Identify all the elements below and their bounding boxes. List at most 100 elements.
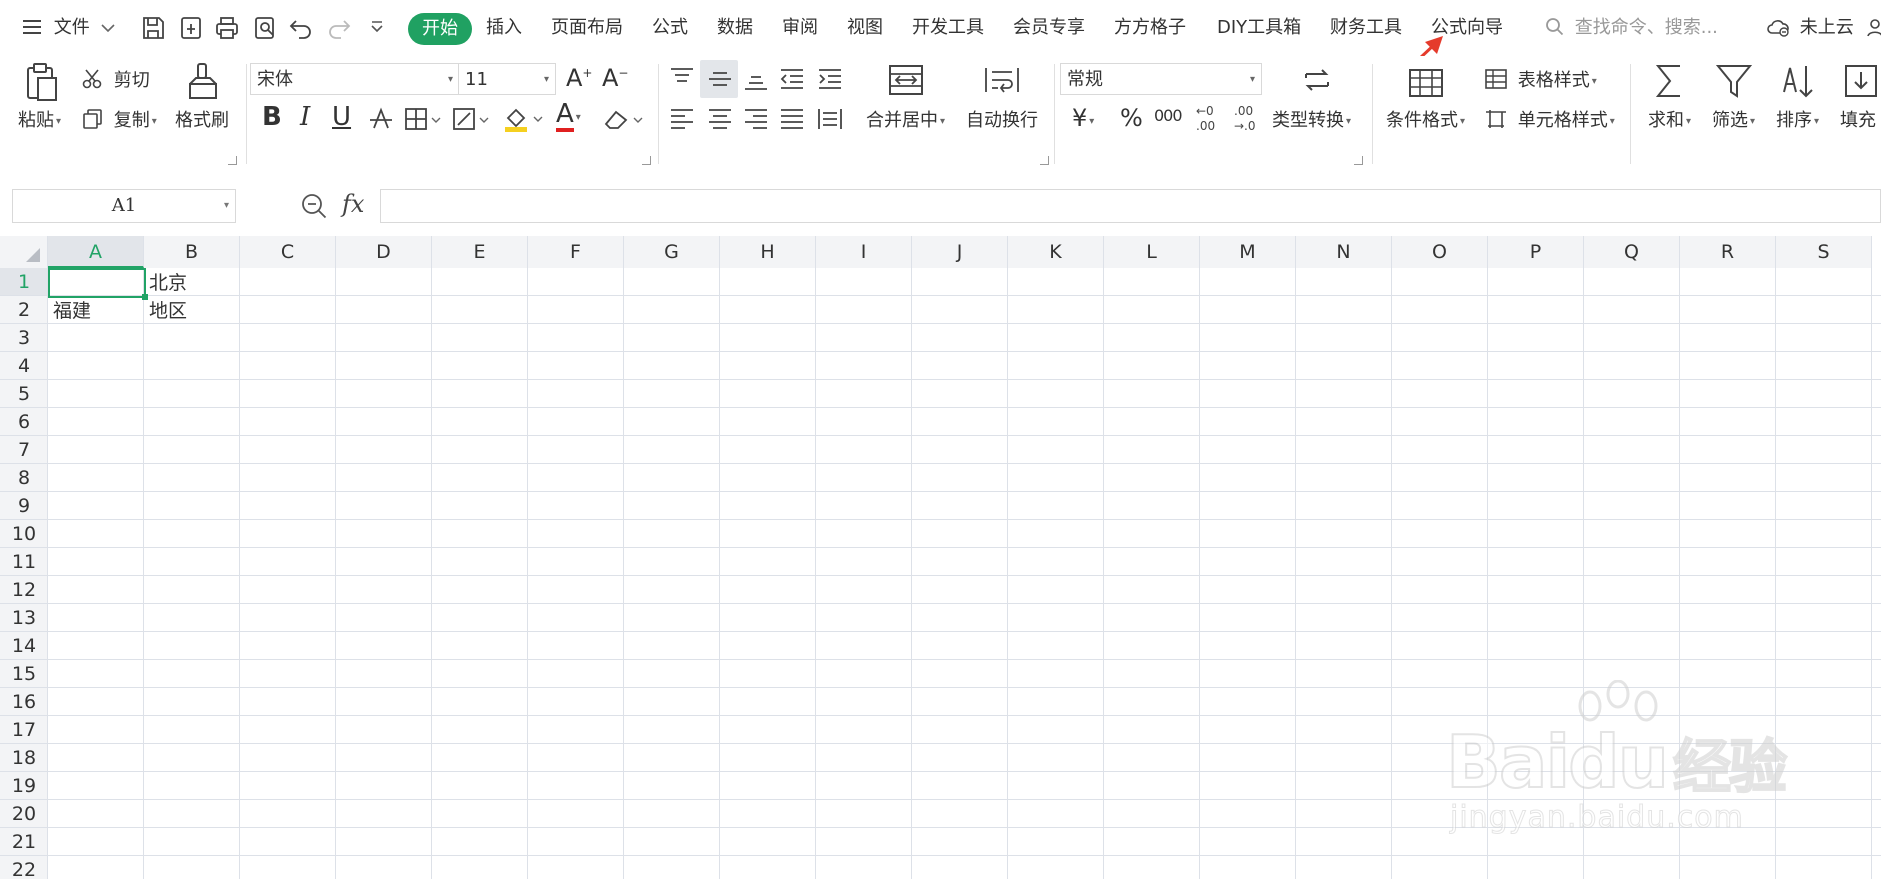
- row-header-9[interactable]: 9: [0, 492, 48, 520]
- column-header-s[interactable]: S: [1776, 236, 1872, 268]
- file-menu[interactable]: 文件: [22, 13, 116, 43]
- tab-review[interactable]: 审阅: [782, 13, 818, 43]
- align-right-icon[interactable]: [742, 106, 770, 132]
- sum-icon[interactable]: [1652, 62, 1686, 100]
- column-header-c[interactable]: C: [240, 236, 336, 268]
- align-top-icon[interactable]: [668, 66, 696, 92]
- fill-button[interactable]: 填充: [1840, 106, 1876, 132]
- tab-insert[interactable]: 插入: [486, 13, 522, 43]
- column-header-r[interactable]: R: [1680, 236, 1776, 268]
- column-header-o[interactable]: O: [1392, 236, 1488, 268]
- table-style-button[interactable]: 表格样式 ▾: [1484, 66, 1597, 92]
- strikethrough-icon[interactable]: [368, 106, 394, 132]
- tab-view[interactable]: 视图: [847, 13, 883, 43]
- row-header-17[interactable]: 17: [0, 716, 48, 744]
- sort-button[interactable]: 排序 ▾: [1776, 106, 1819, 132]
- paste-button[interactable]: 粘贴 ▾: [18, 106, 61, 132]
- row-header-6[interactable]: 6: [0, 408, 48, 436]
- merge-center-icon[interactable]: [888, 64, 924, 96]
- tab-diy-toolbox[interactable]: DIY工具箱: [1217, 13, 1301, 43]
- increase-font-icon[interactable]: A+: [566, 64, 592, 92]
- column-header-g[interactable]: G: [624, 236, 720, 268]
- undo-icon[interactable]: [288, 15, 314, 41]
- row-header-13[interactable]: 13: [0, 604, 48, 632]
- cell-a1-selection[interactable]: [48, 268, 146, 298]
- type-convert-button[interactable]: 类型转换 ▾: [1272, 106, 1351, 132]
- format-painter-icon[interactable]: [186, 62, 220, 102]
- formula-input[interactable]: [380, 189, 1881, 223]
- clear-format-icon[interactable]: [602, 106, 646, 132]
- row-header-14[interactable]: 14: [0, 632, 48, 660]
- row-header-12[interactable]: 12: [0, 576, 48, 604]
- column-header-d[interactable]: D: [336, 236, 432, 268]
- print-preview-icon[interactable]: [252, 15, 278, 41]
- column-header-p[interactable]: P: [1488, 236, 1584, 268]
- underline-button[interactable]: U: [332, 102, 351, 132]
- redo-icon[interactable]: [326, 15, 352, 41]
- tab-fangfang[interactable]: 方方格子: [1114, 13, 1186, 43]
- font-name-select[interactable]: 宋体 ▾: [250, 63, 460, 95]
- font-dialog-launcher[interactable]: [642, 156, 651, 165]
- increase-decimal-icon[interactable]: ←0.00: [1194, 102, 1224, 134]
- name-box[interactable]: A1 ▾: [12, 189, 236, 223]
- tab-member[interactable]: 会员专享: [1013, 13, 1085, 43]
- row-header-21[interactable]: 21: [0, 828, 48, 856]
- bold-button[interactable]: B: [262, 102, 282, 132]
- align-bottom-icon[interactable]: [742, 66, 770, 92]
- row-header-2[interactable]: 2: [0, 296, 48, 324]
- increase-indent-icon[interactable]: [816, 66, 844, 92]
- row-header-19[interactable]: 19: [0, 772, 48, 800]
- paste-button-icon[interactable]: [22, 62, 60, 102]
- italic-button[interactable]: I: [300, 102, 310, 132]
- sort-icon[interactable]: [1780, 62, 1816, 100]
- row-header-5[interactable]: 5: [0, 380, 48, 408]
- percent-button[interactable]: %: [1120, 104, 1143, 132]
- wrap-text-button[interactable]: 自动换行: [966, 106, 1038, 132]
- select-all-corner[interactable]: [0, 236, 48, 268]
- row-header-1[interactable]: 1: [0, 268, 48, 296]
- column-header-j[interactable]: J: [912, 236, 1008, 268]
- row-header-20[interactable]: 20: [0, 800, 48, 828]
- cut-button[interactable]: 剪切: [82, 66, 150, 92]
- merge-center-button[interactable]: 合并居中 ▾: [866, 106, 945, 132]
- customize-toolbar-icon[interactable]: [364, 15, 390, 41]
- filter-icon[interactable]: [1716, 62, 1752, 100]
- print-icon[interactable]: [214, 15, 240, 41]
- cell-b2[interactable]: 地区: [144, 298, 187, 325]
- cloud-status[interactable]: 未上云: [1766, 13, 1881, 43]
- fill-icon[interactable]: [1844, 62, 1878, 100]
- zoom-formula-icon[interactable]: [300, 192, 328, 220]
- decrease-font-icon[interactable]: A−: [602, 64, 628, 92]
- share-icon[interactable]: [1867, 17, 1881, 47]
- column-header-e[interactable]: E: [432, 236, 528, 268]
- tab-formulas[interactable]: 公式: [652, 13, 688, 43]
- save-icon[interactable]: [140, 15, 166, 41]
- tab-page-layout[interactable]: 页面布局: [551, 13, 623, 43]
- font-size-select[interactable]: 11 ▾: [458, 63, 556, 95]
- fill-color-icon[interactable]: [502, 104, 546, 134]
- command-search[interactable]: 查找命令、搜索...: [1545, 13, 1718, 43]
- column-header-a[interactable]: A: [48, 236, 144, 268]
- column-header-h[interactable]: H: [720, 236, 816, 268]
- format-painter-button[interactable]: 格式刷: [175, 106, 229, 132]
- row-header-7[interactable]: 7: [0, 436, 48, 464]
- type-convert-icon[interactable]: [1300, 64, 1334, 96]
- column-header-m[interactable]: M: [1200, 236, 1296, 268]
- justify-icon[interactable]: [778, 106, 806, 132]
- conditional-format-button[interactable]: 条件格式 ▾: [1386, 106, 1465, 132]
- column-header-k[interactable]: K: [1008, 236, 1104, 268]
- row-header-4[interactable]: 4: [0, 352, 48, 380]
- cell-a2[interactable]: 福建: [48, 298, 91, 325]
- export-pdf-icon[interactable]: [178, 15, 204, 41]
- tab-developer[interactable]: 开发工具: [912, 13, 984, 43]
- column-header-f[interactable]: F: [528, 236, 624, 268]
- number-dialog-launcher[interactable]: [1354, 156, 1363, 165]
- distributed-align-icon[interactable]: [816, 106, 844, 132]
- cell-fill-pattern-icon[interactable]: [452, 106, 492, 132]
- sum-button[interactable]: 求和 ▾: [1648, 106, 1691, 132]
- fill-handle[interactable]: [142, 294, 148, 300]
- alignment-dialog-launcher[interactable]: [1040, 156, 1049, 165]
- align-middle-icon[interactable]: [706, 66, 734, 92]
- row-header-3[interactable]: 3: [0, 324, 48, 352]
- row-header-16[interactable]: 16: [0, 688, 48, 716]
